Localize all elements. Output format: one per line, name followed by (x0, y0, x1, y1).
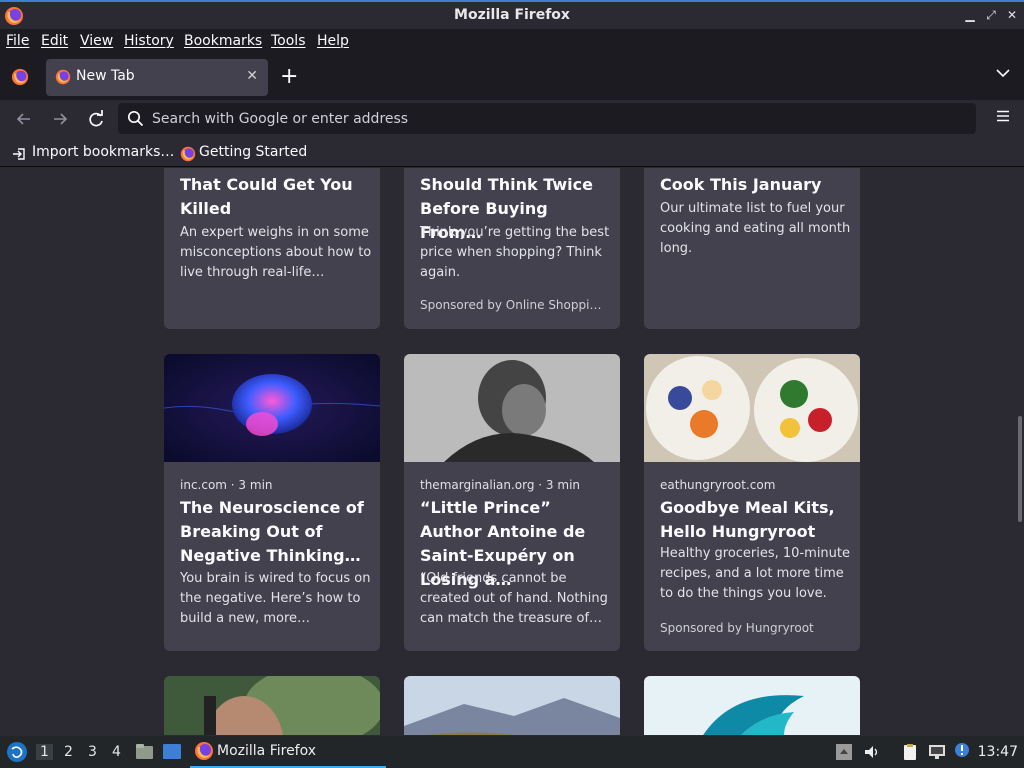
close-window-icon[interactable]: ✕ (1005, 8, 1019, 22)
volume-icon[interactable] (863, 743, 881, 761)
aviator-portrait-image (404, 354, 620, 462)
food-bowls-image (644, 354, 860, 462)
firefox-icon (195, 742, 213, 760)
hamburger-menu-icon[interactable] (996, 110, 1010, 122)
maximize-icon[interactable]: ⤢ (984, 8, 998, 22)
desktop-icon[interactable] (162, 742, 182, 761)
menu-bookmarks[interactable]: Bookmarks (184, 33, 262, 49)
wave-image (644, 676, 860, 735)
firefox-favicon-icon (180, 146, 196, 162)
scrollbar-thumb[interactable] (1018, 416, 1022, 522)
task-label: Mozilla Firefox (217, 743, 317, 759)
menu-view[interactable]: View (80, 33, 113, 49)
updates-icon[interactable] (953, 741, 971, 759)
sponsored-label: Sponsored by Online Shoppi… (420, 298, 602, 312)
firefox-favicon-icon (55, 69, 71, 85)
story-headline: That Could Get You Killed (180, 175, 353, 218)
story-card[interactable] (644, 676, 860, 735)
workspace-1[interactable]: 1 (36, 744, 53, 760)
story-excerpt: An expert weighs in on some misconceptio… (180, 225, 372, 280)
taskbar: 1 2 3 4 Mozilla Firefox 13:47 (0, 736, 1024, 768)
story-card[interactable]: Should Think Twice Before Buying From… T… (404, 168, 620, 329)
close-tab-icon[interactable]: ✕ (246, 68, 258, 84)
notifications-icon[interactable] (835, 743, 853, 761)
menu-file[interactable]: File (6, 33, 29, 49)
sponsored-label: Sponsored by Hungryroot (660, 621, 814, 635)
story-source: themarginalian.org · 3 min (420, 478, 581, 492)
story-headline: Cook This January (660, 175, 822, 194)
reload-icon[interactable] (85, 108, 107, 130)
getting-started-bookmark[interactable]: Getting Started (199, 144, 307, 160)
tab-strip: New Tab ✕ + (0, 54, 1024, 100)
portrait-image (164, 676, 380, 735)
file-manager-icon[interactable] (135, 742, 154, 761)
story-card[interactable]: eathungryroot.com Goodbye Meal Kits, Hel… (644, 354, 860, 651)
story-card[interactable]: inc.com · 3 min The Neuroscience of Brea… (164, 354, 380, 651)
clock: 13:47 (977, 744, 1018, 760)
story-excerpt: Our ultimate list to fuel your cooking a… (660, 201, 851, 256)
new-tab-button[interactable]: + (280, 64, 298, 89)
menu-tools[interactable]: Tools (271, 33, 306, 49)
mountain-landscape-image (404, 676, 620, 735)
chevron-down-icon[interactable] (996, 68, 1010, 78)
network-icon[interactable] (928, 743, 946, 761)
bookmarks-toolbar: Import bookmarks… Getting Started (0, 138, 1024, 167)
firefox-view-icon[interactable] (11, 68, 29, 86)
app-launcher-icon[interactable] (6, 741, 28, 763)
window-titlebar: Mozilla Firefox ▁ ⤢ ✕ (0, 0, 1024, 29)
workspace-3[interactable]: 3 (88, 744, 97, 760)
workspace-4[interactable]: 4 (112, 744, 121, 760)
search-icon (127, 110, 144, 127)
story-card[interactable] (404, 676, 620, 735)
tab-title: New Tab (76, 68, 135, 84)
story-headline: The Neuroscience of Breaking Out of Nega… (180, 498, 364, 565)
brain-image (164, 354, 380, 462)
story-card[interactable]: themarginalian.org · 3 min “Little Princ… (404, 354, 620, 651)
url-input[interactable] (152, 107, 952, 130)
clipboard-icon[interactable] (901, 743, 919, 761)
story-excerpt: “Old friends cannot be created out of ha… (420, 571, 608, 626)
workspace-2[interactable]: 2 (64, 744, 73, 760)
menu-edit[interactable]: Edit (41, 33, 68, 49)
story-excerpt: Think you’re getting the best price when… (420, 225, 610, 280)
navigation-toolbar (0, 100, 1024, 138)
menu-help[interactable]: Help (317, 33, 349, 49)
story-excerpt: Healthy groceries, 10-minute recipes, an… (660, 546, 850, 601)
back-icon[interactable] (13, 108, 35, 130)
story-source: inc.com · 3 min (180, 478, 273, 492)
story-source: eathungryroot.com (660, 478, 776, 492)
window-title: Mozilla Firefox (454, 7, 570, 23)
new-tab-page: That Could Get You Killed An expert weig… (0, 168, 1024, 735)
story-card[interactable] (164, 676, 380, 735)
forward-icon[interactable] (49, 108, 71, 130)
tab-new-tab[interactable]: New Tab ✕ (46, 59, 268, 96)
import-bookmarks-link[interactable]: Import bookmarks… (32, 144, 174, 160)
story-excerpt: You brain is wired to focus on the negat… (180, 571, 371, 626)
minimize-icon[interactable]: ▁ (963, 8, 977, 22)
story-headline: Goodbye Meal Kits, Hello Hungryroot (660, 498, 835, 541)
story-card[interactable]: Cook This January Our ultimate list to f… (644, 168, 860, 329)
story-card[interactable]: That Could Get You Killed An expert weig… (164, 168, 380, 329)
import-icon (13, 148, 25, 160)
taskbar-firefox-task[interactable]: Mozilla Firefox (190, 736, 386, 768)
address-bar[interactable] (118, 103, 976, 134)
menu-history[interactable]: History (124, 33, 174, 49)
menubar: File Edit View History Bookmarks Tools H… (0, 29, 1024, 54)
